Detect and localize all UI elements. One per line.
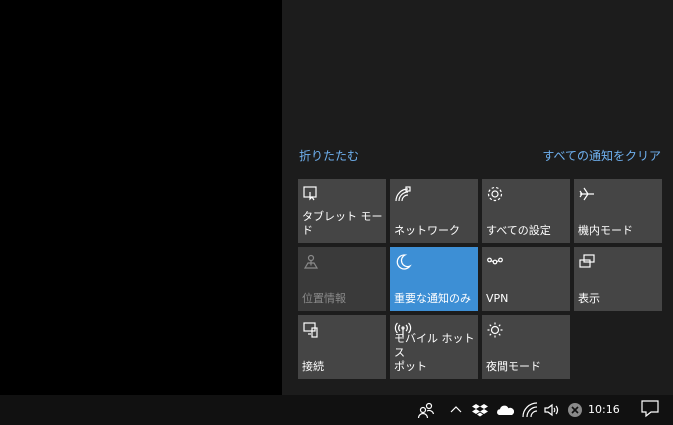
tile-label: すべての設定 — [486, 224, 551, 237]
tile-label: VPN — [486, 292, 509, 305]
people-icon[interactable] — [417, 401, 435, 419]
tile-label: 表示 — [578, 292, 600, 305]
chevron-up-icon[interactable] — [447, 401, 465, 419]
display-icon — [578, 253, 596, 271]
tile-connect[interactable]: 接続 — [298, 315, 386, 379]
brightness-icon — [486, 321, 504, 339]
tile-location[interactable]: 位置情報 — [298, 247, 386, 311]
dropbox-icon[interactable] — [471, 401, 489, 419]
tile-tablet-mode[interactable]: タブレット モード — [298, 179, 386, 243]
taskbar-clock[interactable]: 10:16 — [588, 403, 620, 416]
tile-label: 夜間モード — [486, 360, 541, 373]
tile-display[interactable]: 表示 — [574, 247, 662, 311]
tile-airplane-mode[interactable]: 機内モード — [574, 179, 662, 243]
volume-icon[interactable] — [543, 401, 561, 419]
location-icon — [302, 253, 320, 271]
tile-network[interactable]: ネットワーク — [390, 179, 478, 243]
clear-all-notifications-link[interactable]: すべての通知をクリア — [542, 147, 661, 164]
airplane-icon — [578, 185, 596, 203]
taskbar: 10:16 — [0, 395, 673, 425]
network-icon — [394, 185, 412, 203]
wifi-icon[interactable] — [521, 401, 539, 419]
collapse-link[interactable]: 折りたたむ — [299, 147, 359, 164]
tile-label: 重要な通知のみ — [394, 292, 471, 305]
connect-icon — [302, 321, 320, 339]
moon-icon — [394, 253, 412, 271]
tile-all-settings[interactable]: すべての設定 — [482, 179, 570, 243]
tile-label: タブレット モード — [302, 210, 383, 237]
tile-label: 接続 — [302, 360, 324, 373]
tile-label: モバイル ホットス ポット — [394, 332, 475, 373]
action-center-button[interactable] — [626, 395, 673, 425]
onedrive-icon[interactable] — [496, 401, 514, 419]
gear-icon — [486, 185, 504, 203]
tile-label: ネットワーク — [394, 224, 460, 237]
tile-label: 位置情報 — [302, 292, 346, 305]
tile-label: 機内モード — [578, 224, 633, 237]
tablet-mode-icon — [302, 185, 320, 203]
desktop-area — [0, 0, 282, 395]
action-center-panel: 折りたたむ すべての通知をクリア タブレット モード ネットワーク すべての設定… — [282, 0, 673, 395]
tile-vpn[interactable]: VPN — [482, 247, 570, 311]
notification-icon — [640, 398, 660, 422]
tile-mobile-hotspot[interactable]: モバイル ホットス ポット — [390, 315, 478, 379]
tile-night-light[interactable]: 夜間モード — [482, 315, 570, 379]
tile-quiet-hours[interactable]: 重要な通知のみ — [390, 247, 478, 311]
close-circle-icon[interactable] — [566, 401, 584, 419]
vpn-icon — [486, 253, 504, 271]
